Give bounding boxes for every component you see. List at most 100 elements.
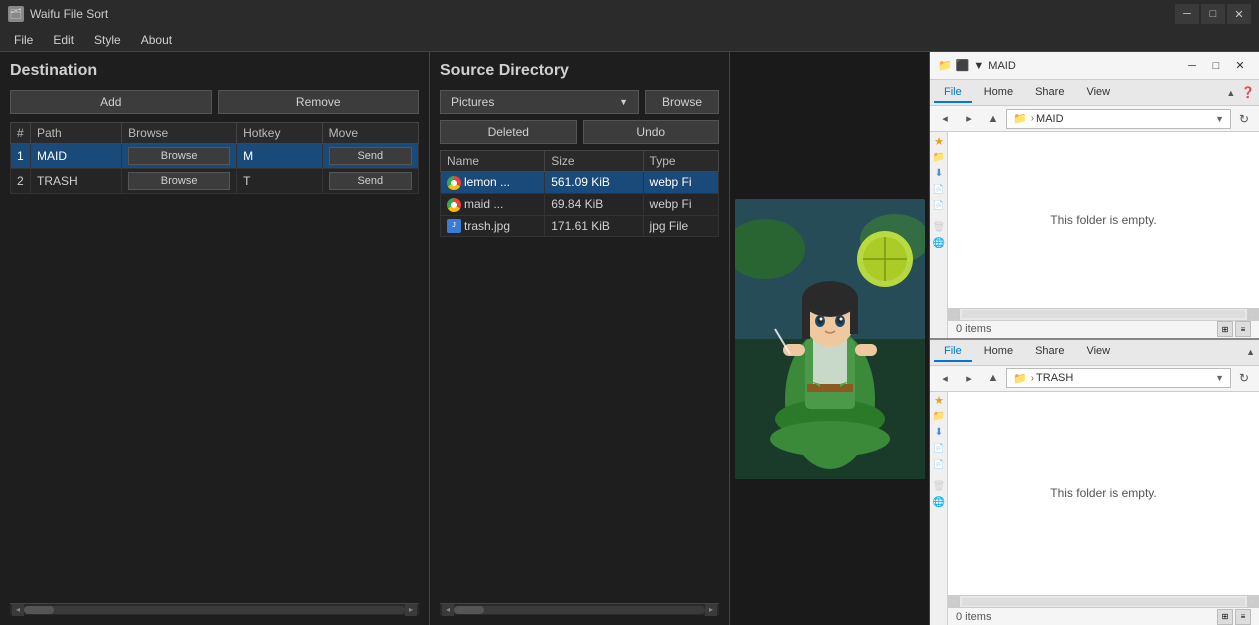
scroll-track[interactable] — [454, 606, 705, 614]
scroll-left-arrow[interactable]: ◂ — [12, 604, 24, 616]
file-row[interactable]: lemon ... 561.09 KiB webp Fi — [441, 172, 719, 194]
tab-view-trash[interactable]: View — [1076, 342, 1120, 362]
exp-maid-close[interactable]: ✕ — [1229, 56, 1251, 76]
table-row[interactable]: 2 TRASH Browse T Send — [11, 169, 419, 194]
scroll-thumb[interactable] — [24, 606, 54, 614]
maximize-button[interactable]: □ — [1201, 4, 1225, 24]
hscroll-track[interactable] — [962, 310, 1245, 318]
close-button[interactable]: ✕ — [1227, 4, 1251, 24]
scroll-right-arrow[interactable]: ▸ — [705, 604, 717, 616]
sidebar-star[interactable]: ★ — [932, 134, 946, 148]
address-dropdown-arrow-trash[interactable]: ▼ — [1215, 373, 1224, 383]
source-scroll-h[interactable]: ◂ ▸ — [440, 603, 719, 615]
scroll-left-arrow[interactable]: ◂ — [442, 604, 454, 616]
address-dropdown-arrow[interactable]: ▼ — [1215, 114, 1224, 124]
hscroll-right-trash[interactable]: ▸ — [1247, 596, 1259, 608]
back-button-trash[interactable]: ◂ — [934, 368, 956, 388]
file-size: 69.84 KiB — [545, 193, 643, 215]
view-grid-button[interactable]: ⊞ — [1217, 321, 1233, 337]
title-bar-left: 🗂 Waifu File Sort — [8, 6, 108, 22]
sidebar-folder-trash[interactable]: 📁 — [932, 410, 946, 424]
sidebar-net[interactable]: 🌐 — [932, 236, 946, 250]
col-size[interactable]: Size — [545, 151, 643, 172]
remove-button[interactable]: Remove — [218, 90, 420, 114]
tab-home-trash[interactable]: Home — [974, 342, 1023, 362]
exp-h-scrollbar-trash[interactable]: ◂ ▸ — [948, 595, 1259, 607]
hscroll-left-trash[interactable]: ◂ — [948, 596, 960, 608]
blue-folder-icon-trash: 📁 — [933, 411, 945, 422]
file-row[interactable]: Jtrash.jpg 171.61 KiB jpg File — [441, 215, 719, 237]
folder-icon-addr-trash: 📁 — [1013, 372, 1027, 385]
col-type[interactable]: Type — [643, 151, 718, 172]
table-row[interactable]: 1 MAID Browse M Send — [11, 144, 419, 169]
refresh-button[interactable]: ↻ — [1233, 109, 1255, 129]
help-icon[interactable]: ❓ — [1241, 86, 1255, 99]
empty-folder-text: This folder is empty. — [1050, 213, 1156, 227]
sidebar-trash[interactable]: 🗑 — [932, 220, 946, 234]
chrome-icon — [447, 198, 461, 212]
browse-maid-button[interactable]: Browse — [128, 147, 230, 165]
view-list-button-trash[interactable]: ≡ — [1235, 609, 1251, 625]
menu-style[interactable]: Style — [84, 31, 131, 49]
sidebar-folder-1[interactable]: 📁 — [932, 150, 946, 164]
undo-button[interactable]: Undo — [583, 120, 720, 144]
sidebar-doc2[interactable]: 📄 — [932, 198, 946, 212]
tab-file-trash[interactable]: File — [934, 342, 972, 362]
hscroll-right[interactable]: ▸ — [1247, 308, 1259, 320]
scroll-right-arrow[interactable]: ▸ — [405, 604, 417, 616]
scroll-track[interactable] — [24, 606, 405, 614]
up-button[interactable]: ▲ — [982, 109, 1004, 129]
col-name[interactable]: Name — [441, 151, 545, 172]
sidebar-download[interactable]: ⬇ — [932, 166, 946, 180]
directory-dropdown[interactable]: Pictures ▼ — [440, 90, 639, 114]
source-btn-row: Deleted Undo — [440, 120, 719, 144]
deleted-button[interactable]: Deleted — [440, 120, 577, 144]
file-type: webp Fi — [643, 172, 718, 194]
sidebar-star-trash[interactable]: ★ — [932, 394, 946, 408]
menu-about[interactable]: About — [131, 31, 182, 49]
forward-button-trash[interactable]: ▸ — [958, 368, 980, 388]
sidebar-trash-icon[interactable]: 🗑 — [932, 480, 946, 494]
tab-file[interactable]: File — [934, 83, 972, 103]
sidebar-download-trash[interactable]: ⬇ — [932, 426, 946, 440]
sidebar-doc-trash[interactable]: 📄 — [932, 442, 946, 456]
send-maid-button[interactable]: Send — [329, 147, 412, 165]
address-bar[interactable]: 📁 › MAID ▼ — [1006, 109, 1231, 129]
exp-sidebar-trash: ★ 📁 ⬇ 📄 📄 🗑 🌐 — [930, 392, 948, 625]
sidebar-doc[interactable]: 📄 — [932, 182, 946, 196]
address-bar-trash[interactable]: 📁 › TRASH ▼ — [1006, 368, 1231, 388]
exp-maid-maximize[interactable]: □ — [1205, 56, 1227, 76]
app-panel: Destination Add Remove # Path Browse Hot… — [0, 52, 930, 625]
sidebar-net-trash[interactable]: 🌐 — [932, 496, 946, 510]
view-grid-button-trash[interactable]: ⊞ — [1217, 609, 1233, 625]
tab-view[interactable]: View — [1076, 83, 1120, 103]
file-row[interactable]: maid ... 69.84 KiB webp Fi — [441, 193, 719, 215]
tab-share-trash[interactable]: Share — [1025, 342, 1074, 362]
hscroll-track-trash[interactable] — [962, 598, 1245, 606]
exp-maid-minimize[interactable]: ─ — [1181, 56, 1203, 76]
back-button[interactable]: ◂ — [934, 109, 956, 129]
exp-h-scrollbar[interactable]: ◂ ▸ — [948, 308, 1259, 320]
forward-button[interactable]: ▸ — [958, 109, 980, 129]
refresh-button-trash[interactable]: ↻ — [1233, 368, 1255, 388]
menu-file[interactable]: File — [4, 31, 43, 49]
tab-share[interactable]: Share — [1025, 83, 1074, 103]
scroll-thumb[interactable] — [454, 606, 484, 614]
chrome-icon — [447, 176, 461, 190]
sidebar-doc2-trash[interactable]: 📄 — [932, 458, 946, 472]
add-button[interactable]: Add — [10, 90, 212, 114]
send-trash-button[interactable]: Send — [329, 172, 412, 190]
browse-source-button[interactable]: Browse — [645, 90, 719, 114]
ribbon-expand-icon[interactable]: ▲ — [1226, 88, 1235, 98]
row-send-cell: Send — [322, 169, 418, 194]
tab-home[interactable]: Home — [974, 83, 1023, 103]
browse-trash-button[interactable]: Browse — [128, 172, 230, 190]
destination-scroll-h[interactable]: ◂ ▸ — [10, 603, 419, 615]
view-list-button[interactable]: ≡ — [1235, 321, 1251, 337]
hscroll-left[interactable]: ◂ — [948, 308, 960, 320]
ribbon-expand-icon-2[interactable]: ▲ — [1246, 347, 1255, 357]
up-button-trash[interactable]: ▲ — [982, 368, 1004, 388]
exp-trash-nav: ◂ ▸ ▲ 📁 › TRASH ▼ ↻ — [930, 366, 1259, 392]
minimize-button[interactable]: ─ — [1175, 4, 1199, 24]
menu-edit[interactable]: Edit — [43, 31, 84, 49]
